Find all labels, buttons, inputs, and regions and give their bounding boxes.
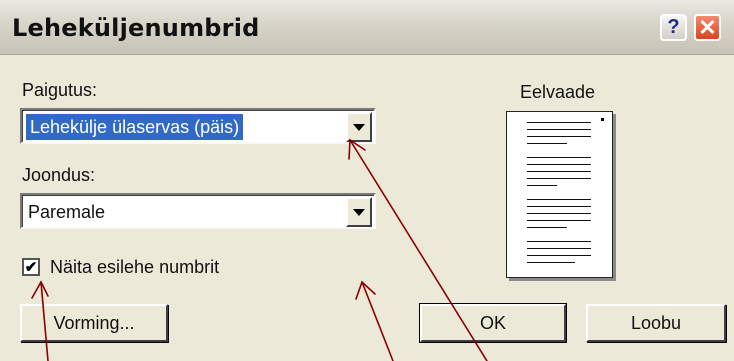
preview-line	[527, 185, 557, 186]
preview-line	[527, 157, 591, 158]
preview-line	[527, 262, 575, 263]
help-icon: ?	[667, 16, 680, 38]
ok-button[interactable]: OK	[419, 303, 567, 343]
close-button[interactable]: ✕	[694, 14, 721, 41]
preview-label: Eelvaade	[520, 82, 596, 102]
dialog-title: Leheküljenumbrid	[12, 14, 260, 42]
chevron-down-icon	[353, 123, 365, 131]
preview-line	[527, 178, 591, 179]
preview-line	[527, 171, 591, 172]
position-dropdown[interactable]: Lehekülje ülaservas (päis)	[20, 108, 376, 144]
annotation-arrow-dialog	[355, 280, 394, 361]
alignment-value: Paremale	[28, 202, 106, 222]
preview-line	[527, 129, 591, 130]
preview-line	[527, 122, 591, 123]
preview-line	[527, 164, 591, 165]
close-icon: ✕	[698, 14, 717, 40]
position-dropdown-button[interactable]	[346, 112, 372, 142]
preview-page	[506, 111, 613, 278]
preview-line	[527, 220, 591, 221]
show-first-page-label[interactable]: Näita esilehe numbrit	[50, 257, 219, 278]
preview-line	[527, 199, 591, 200]
help-button[interactable]: ?	[660, 14, 687, 41]
position-label: Paigutus:	[22, 80, 98, 100]
position-value: Lehekülje ülaservas (päis)	[24, 113, 245, 141]
preview-line	[527, 136, 591, 137]
alignment-label: Joondus:	[22, 165, 96, 185]
preview-line	[527, 248, 591, 249]
checkmark-icon: ✔	[24, 258, 38, 276]
show-first-page-checkbox[interactable]: ✔	[22, 258, 40, 276]
preview-line	[527, 206, 591, 207]
alignment-dropdown-button[interactable]	[346, 197, 372, 227]
alignment-dropdown[interactable]: Paremale	[20, 193, 376, 229]
format-button[interactable]: Vorming...	[20, 304, 168, 342]
chevron-down-icon	[353, 208, 365, 216]
title-bar: Leheküljenumbrid ? ✕	[0, 0, 734, 55]
cancel-button[interactable]: Loobu	[586, 304, 726, 342]
preview-line	[527, 143, 567, 144]
preview-line	[527, 255, 591, 256]
preview-line	[527, 241, 591, 242]
preview-line	[527, 213, 591, 214]
page-number-marker	[601, 118, 604, 121]
preview-line	[527, 227, 567, 228]
